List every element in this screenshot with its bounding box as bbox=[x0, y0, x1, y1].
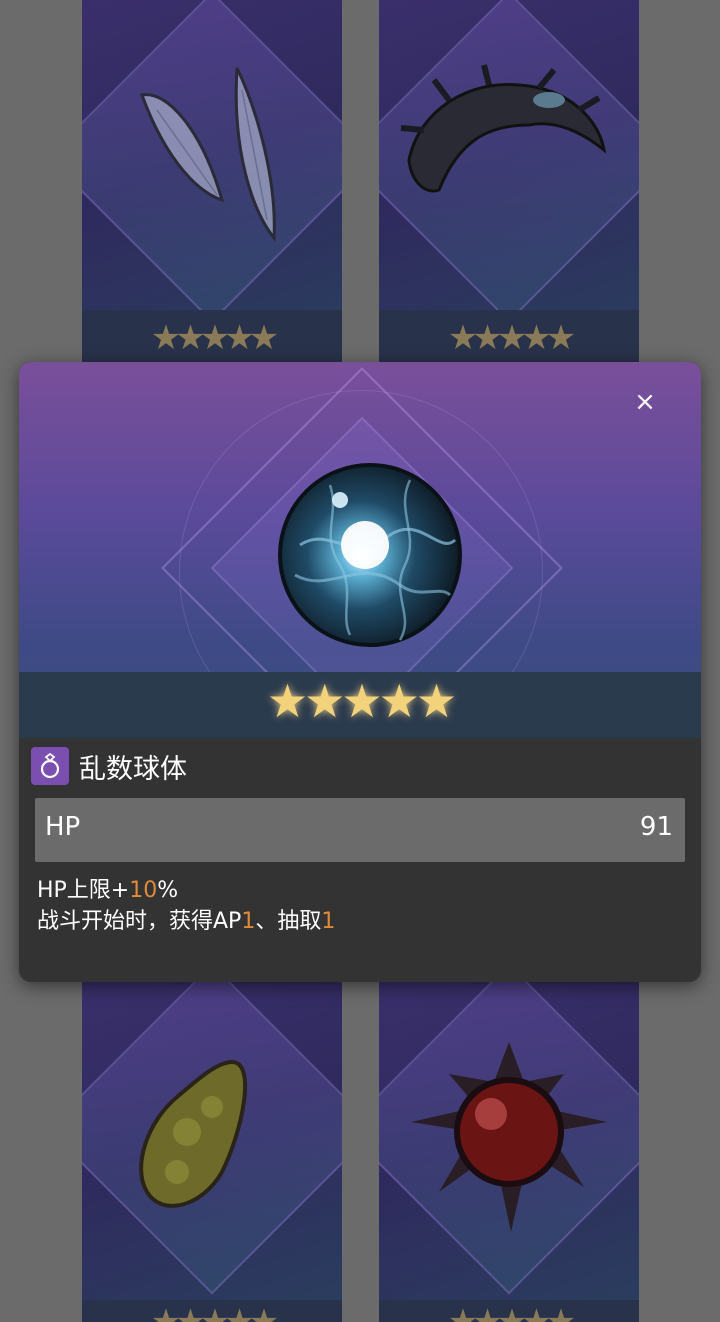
stat-value: 91 bbox=[639, 812, 673, 842]
item-name: 乱数球体 bbox=[79, 753, 187, 785]
equipment-card-crown[interactable]: ★★★★★ bbox=[379, 0, 639, 362]
effect-text: HP上限+ bbox=[37, 878, 130, 903]
dragon-egg-icon bbox=[139, 1059, 247, 1208]
random-orb-icon bbox=[278, 463, 462, 647]
item-detail-dialog: ★★★★★ × 乱数球体 HP 91 HP上限+10% 战斗开始时，获得AP1、… bbox=[19, 362, 701, 982]
item-showcase: ★★★★★ × bbox=[19, 362, 701, 738]
rarity-stars: ★★★★★ bbox=[150, 318, 279, 358]
effect-text: 战斗开始时，获得AP bbox=[37, 909, 242, 934]
stat-row-hp: HP 91 bbox=[35, 798, 685, 862]
rarity-stars: ★★★★★ bbox=[447, 318, 576, 358]
red-spiked-orb-icon bbox=[411, 1042, 607, 1232]
rarity-stars: ★★★★★ bbox=[150, 1302, 279, 1322]
item-effect-description: HP上限+10% 战斗开始时，获得AP1、抽取1 bbox=[37, 875, 335, 937]
rarity-stars: ★★★★★ bbox=[447, 1302, 576, 1322]
effect-text: 、抽取 bbox=[255, 909, 322, 934]
item-title-row: 乱数球体 bbox=[31, 746, 187, 786]
equipment-card-red-orb[interactable]: ★★★★★ bbox=[379, 982, 639, 1322]
effect-line-2: 战斗开始时，获得AP1、抽取1 bbox=[37, 906, 335, 937]
rarity-stars: ★★★★★ bbox=[266, 674, 457, 728]
effect-value: 1 bbox=[321, 909, 336, 934]
equipment-card-wings[interactable]: ★★★★★ bbox=[82, 0, 342, 362]
effect-text: % bbox=[157, 878, 179, 903]
close-button[interactable]: × bbox=[629, 386, 661, 418]
effect-value: 10 bbox=[129, 878, 158, 903]
thorn-crown-icon bbox=[400, 64, 607, 193]
effect-value: 1 bbox=[241, 909, 256, 934]
ring-icon bbox=[31, 747, 69, 785]
equipment-card-egg[interactable]: ★★★★★ bbox=[82, 982, 342, 1322]
stat-label: HP bbox=[45, 812, 81, 842]
wings-icon bbox=[139, 67, 276, 243]
effect-line-1: HP上限+10% bbox=[37, 875, 335, 906]
